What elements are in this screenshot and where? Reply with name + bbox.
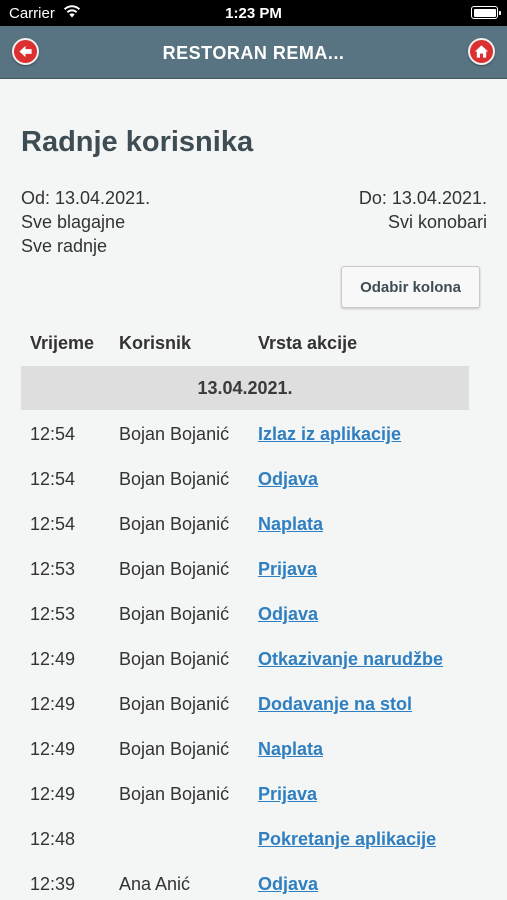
table-row: 12:53 Bojan Bojanić Odjava — [21, 591, 507, 636]
row-time: 12:49 — [30, 784, 76, 804]
row-time: 12:39 — [30, 874, 76, 894]
actions-filter: Sve radnje — [21, 236, 108, 256]
row-action-link[interactable]: Dodavanje na stol — [258, 694, 412, 715]
filter-summary-left: Od: 13.04.2021. Sve blagajne Sve radnje — [21, 186, 150, 258]
select-columns-button[interactable]: Odabir kolona — [341, 266, 480, 308]
row-user: Bojan Bojanić — [119, 649, 230, 669]
row-time: 12:54 — [30, 424, 76, 444]
page-title: Radnje korisnika — [21, 126, 254, 158]
row-time: 12:54 — [30, 469, 76, 489]
filter-summary-right: Do: 13.04.2021. Svi konobari — [359, 186, 487, 234]
row-time: 12:49 — [30, 649, 76, 669]
row-user: Bojan Bojanić — [119, 784, 230, 804]
table-rows: 12:54 Bojan Bojanić Izlaz iz aplikacije 12:… — [21, 411, 507, 900]
row-user: Bojan Bojanić — [119, 469, 230, 489]
row-user: Bojan Bojanić — [119, 604, 230, 624]
date-from: Od: 13.04.2021. — [21, 188, 151, 208]
date-group-row: 13.04.2021. — [21, 366, 469, 410]
waiter-filter: Svi konobari — [387, 212, 487, 232]
table-row: 12:39 Ana Anić Odjava — [21, 861, 507, 900]
table-row: 12:49 Bojan Bojanić Otkazivanje narudžbe — [21, 636, 507, 681]
row-action-link[interactable]: Prijava — [258, 784, 317, 805]
nav-title: RESTORAN REMA... — [162, 43, 345, 63]
row-action-link[interactable]: Pokretanje aplikacije — [258, 829, 436, 850]
table-row: 12:53 Bojan Bojanić Prijava — [21, 546, 507, 591]
cash-register-filter: Sve blagajne — [21, 212, 126, 232]
date-to: Do: 13.04.2021. — [358, 188, 487, 208]
row-user: Bojan Bojanić — [119, 559, 230, 579]
row-time: 12:54 — [30, 514, 76, 534]
row-user: Bojan Bojanić — [119, 694, 230, 714]
row-action-link[interactable]: Naplata — [258, 739, 323, 760]
home-icon — [474, 45, 489, 58]
status-time: 1:23 PM — [225, 5, 282, 22]
row-user: Bojan Bojanić — [119, 739, 230, 759]
row-action-link[interactable]: Izlaz iz aplikacije — [258, 424, 401, 445]
battery-icon — [471, 6, 501, 19]
row-time: 12:49 — [30, 694, 76, 714]
row-user: Bojan Bojanić — [119, 424, 230, 444]
content-area: Radnje korisnika Od: 13.04.2021. Sve bla… — [0, 80, 507, 900]
row-time: 12:53 — [30, 559, 76, 579]
table-row: 12:49 Bojan Bojanić Dodavanje na stol — [21, 681, 507, 726]
header-user[interactable]: Korisnik — [119, 333, 191, 354]
table-row: 12:54 Bojan Bojanić Odjava — [21, 456, 507, 501]
row-time: 12:49 — [30, 739, 76, 759]
row-action-link[interactable]: Prijava — [258, 559, 317, 580]
table-row: 12:49 Bojan Bojanić Naplata — [21, 726, 507, 771]
row-action-link[interactable]: Naplata — [258, 514, 323, 535]
table-row: 12:54 Bojan Bojanić Naplata — [21, 501, 507, 546]
table-row: 12:48 Pokretanje aplikacije — [21, 816, 507, 861]
header-time[interactable]: Vrijeme — [30, 333, 94, 354]
status-bar: Carrier 1:23 PM — [0, 0, 507, 26]
row-time: 12:48 — [30, 829, 76, 849]
row-action-link[interactable]: Odjava — [258, 874, 318, 895]
row-time: 12:53 — [30, 604, 76, 624]
row-user: Ana Anić — [119, 874, 191, 894]
table-row: 12:54 Bojan Bojanić Izlaz iz aplikacije — [21, 411, 507, 456]
row-user: Bojan Bojanić — [119, 514, 230, 534]
row-action-link[interactable]: Odjava — [258, 604, 318, 625]
table-row: 12:49 Bojan Bojanić Prijava — [21, 771, 507, 816]
header-action-type[interactable]: Vrsta akcije — [258, 333, 357, 354]
row-action-link[interactable]: Odjava — [258, 469, 318, 490]
home-button[interactable] — [468, 38, 495, 65]
nav-bar: RESTORAN REMA... — [0, 26, 507, 79]
row-action-link[interactable]: Otkazivanje narudžbe — [258, 649, 443, 670]
